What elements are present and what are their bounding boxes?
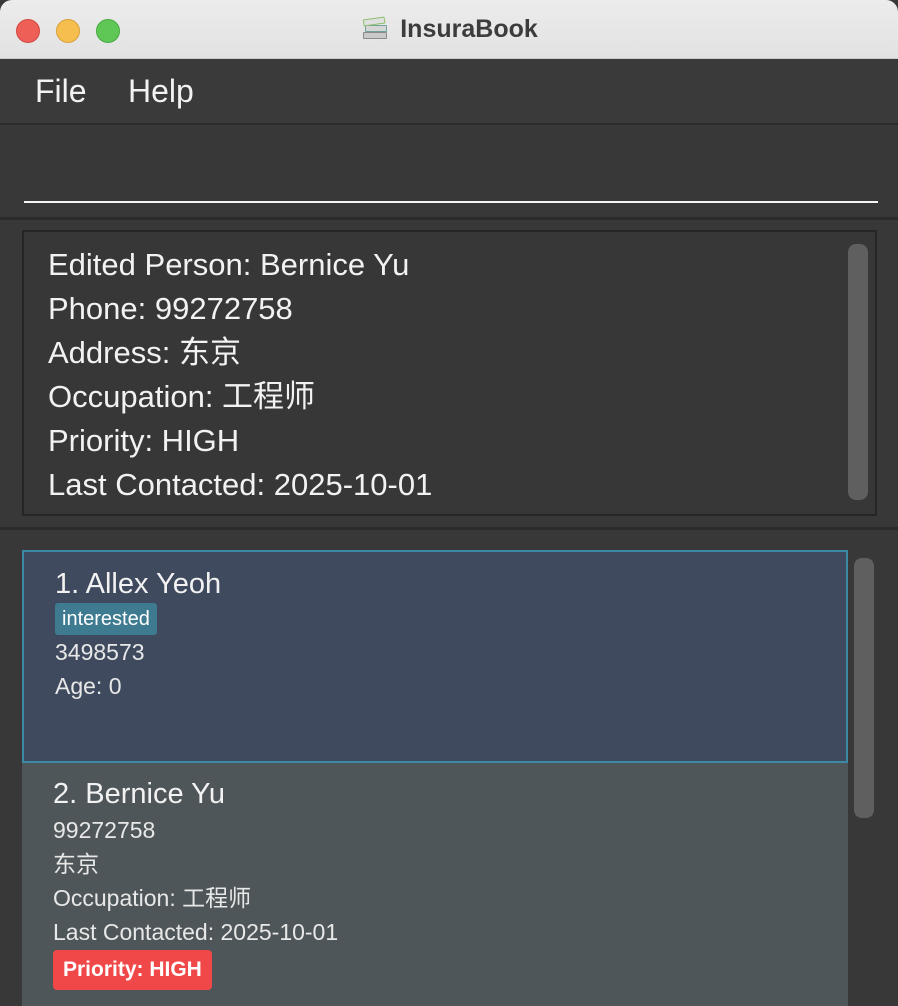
result-line-address: Address: 东京 <box>48 335 241 370</box>
person-card[interactable]: 2. Bernice Yu 99272758 东京 Occupation: 工程… <box>22 763 848 1006</box>
result-line-edited-person: Edited Person: Bernice Yu <box>48 247 410 282</box>
result-scrollbar[interactable] <box>848 244 868 500</box>
result-line-occupation: Occupation: 工程师 <box>48 379 316 414</box>
menu-help[interactable]: Help <box>128 71 194 111</box>
window-title: InsuraBook <box>400 15 538 43</box>
result-line-phone: Phone: 99272758 <box>48 291 293 326</box>
person-last-contacted: Last Contacted: 2025-10-01 <box>53 919 339 945</box>
command-box <box>0 125 898 220</box>
person-list: 1. Allex Yeoh interested 3498573 Age: 0 … <box>0 530 898 1006</box>
window-title-group: InsuraBook <box>0 12 898 46</box>
result-line-last-contacted: Last Contacted: 2025-10-01 <box>48 467 433 502</box>
person-phone: 3498573 <box>55 639 145 665</box>
person-list-scrollbar[interactable] <box>854 558 874 818</box>
person-address: 东京 <box>53 851 99 877</box>
person-phone: 99272758 <box>53 817 156 843</box>
priority-badge: Priority: HIGH <box>53 950 212 990</box>
menu-bar: File Help <box>0 59 898 125</box>
person-name: 1. Allex Yeoh <box>55 568 222 600</box>
person-name: 2. Bernice Yu <box>53 778 225 810</box>
menu-file[interactable]: File <box>35 71 87 111</box>
app-window: InsuraBook File Help Edited Person: Bern… <box>0 0 898 1006</box>
person-tag: interested <box>55 603 157 635</box>
result-display-panel: Edited Person: Bernice Yu Phone: 9927275… <box>0 220 898 530</box>
person-card-selected[interactable]: 1. Allex Yeoh interested 3498573 Age: 0 <box>22 550 848 763</box>
person-occupation: Occupation: 工程师 <box>53 885 252 911</box>
command-input[interactable] <box>24 143 878 203</box>
books-icon <box>360 12 392 44</box>
result-display[interactable]: Edited Person: Bernice Yu Phone: 9927275… <box>22 230 877 516</box>
person-age: Age: 0 <box>55 673 122 699</box>
result-line-priority: Priority: HIGH <box>48 423 240 458</box>
title-bar[interactable]: InsuraBook <box>0 0 898 59</box>
